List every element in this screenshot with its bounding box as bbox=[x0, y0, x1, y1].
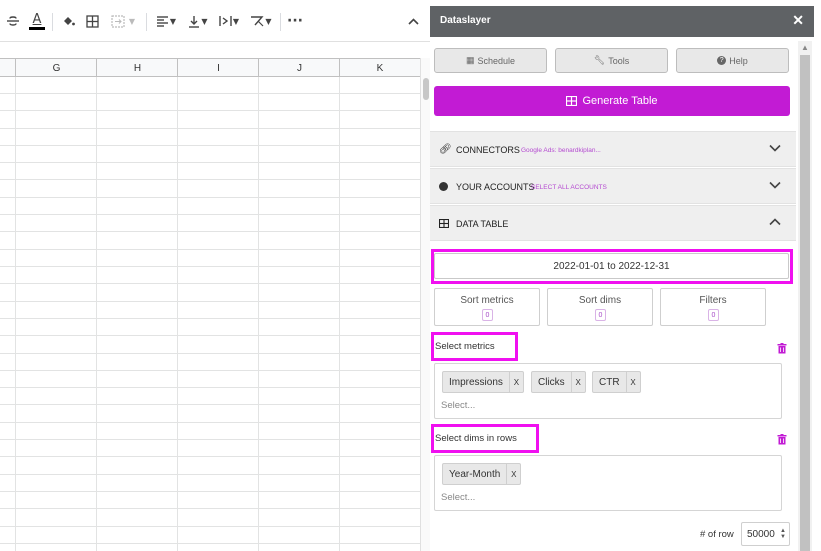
metric-chip-label: CTR bbox=[599, 376, 620, 388]
vertical-align-icon[interactable]: ▼ bbox=[185, 10, 211, 32]
trash-icon[interactable] bbox=[777, 343, 787, 354]
remove-chip-icon[interactable]: X bbox=[625, 372, 640, 392]
app-window: A ▼ ▼ ▼ ▼ ▼ ··· G H I J K Dataslayer ✕ ▦… bbox=[0, 0, 821, 551]
sort-dims-button[interactable]: Sort dims 0 bbox=[547, 288, 653, 326]
column-header-i[interactable]: I bbox=[177, 59, 259, 77]
metrics-select-placeholder[interactable]: Select... bbox=[441, 400, 475, 411]
remove-chip-icon[interactable]: X bbox=[508, 372, 523, 392]
column-header-k[interactable]: K bbox=[339, 59, 420, 77]
text-rotation-icon[interactable]: ▼ bbox=[248, 10, 274, 32]
close-icon[interactable]: ✕ bbox=[792, 12, 804, 29]
sort-metrics-count: 0 bbox=[482, 309, 493, 321]
sheet-toolbar: A ▼ ▼ ▼ ▼ ▼ ··· bbox=[0, 0, 430, 42]
scroll-up-icon[interactable]: ▲ bbox=[801, 43, 809, 52]
connectors-subtitle: Google Ads: benardkiplan... bbox=[521, 147, 601, 154]
sidebar-scrollbar[interactable]: ▲ bbox=[798, 41, 812, 551]
dim-chip-label: Year-Month bbox=[449, 468, 501, 480]
dim-chip: Year-Month X bbox=[442, 463, 522, 485]
help-icon: ? bbox=[717, 56, 727, 65]
filters-button[interactable]: Filters 0 bbox=[660, 288, 766, 326]
sort-metrics-button[interactable]: Sort metrics 0 bbox=[434, 288, 540, 326]
sidebar-scrollbar-thumb[interactable] bbox=[800, 55, 810, 551]
text-color-icon[interactable]: A bbox=[28, 10, 46, 32]
dataslayer-sidebar: Dataslayer ✕ ▦ Schedule 🔧︎ Tools ? Help … bbox=[430, 6, 814, 551]
chevron-up-icon[interactable] bbox=[768, 216, 782, 228]
metric-chip-label: Clicks bbox=[538, 376, 565, 388]
metrics-select[interactable]: Impressions X Clicks X CTR X Select... bbox=[434, 363, 782, 419]
schedule-button[interactable]: ▦ Schedule bbox=[434, 48, 547, 73]
row-count-value: 50000 bbox=[747, 528, 775, 540]
sort-dims-label: Sort dims bbox=[578, 295, 622, 306]
user-circle-icon bbox=[439, 182, 448, 191]
filters-label: Filters bbox=[699, 295, 727, 306]
sidebar-title: Dataslayer bbox=[440, 15, 491, 26]
accounts-section[interactable]: YOUR ACCOUNTS SELECT ALL ACCOUNTS bbox=[430, 168, 796, 204]
select-all-accounts-link[interactable]: SELECT ALL ACCOUNTS bbox=[531, 184, 607, 191]
sidebar-body: ▦ Schedule 🔧︎ Tools ? Help Generate Tabl… bbox=[430, 37, 796, 551]
table-icon bbox=[439, 219, 449, 228]
dims-select[interactable]: Year-Month X Select... bbox=[434, 455, 782, 511]
sort-metrics-label: Sort metrics bbox=[460, 295, 514, 306]
text-color-glyph: A bbox=[32, 11, 42, 27]
collapse-toolbar-icon[interactable] bbox=[405, 10, 421, 32]
row-count-label: # of row bbox=[700, 529, 734, 540]
borders-icon[interactable] bbox=[84, 10, 100, 32]
generate-table-label: Generate Table bbox=[582, 95, 658, 107]
filters-count: 0 bbox=[708, 309, 719, 321]
wrench-icon: 🔧︎ bbox=[593, 55, 606, 65]
merge-cells-icon[interactable]: ▼ bbox=[108, 10, 138, 32]
remove-chip-icon[interactable]: X bbox=[506, 464, 520, 484]
help-button[interactable]: ? Help bbox=[676, 48, 789, 73]
table-icon bbox=[566, 96, 578, 106]
chevron-down-icon[interactable] bbox=[768, 142, 782, 154]
cell-grid[interactable] bbox=[0, 77, 420, 551]
connectors-section[interactable]: 🔗︎ CONNECTORS Google Ads: benardkiplan..… bbox=[430, 131, 796, 167]
metric-chip: CTR X bbox=[592, 371, 641, 393]
accounts-title: YOUR ACCOUNTS bbox=[456, 182, 535, 192]
more-icon[interactable]: ··· bbox=[287, 10, 303, 32]
remove-chip-icon[interactable]: X bbox=[570, 372, 585, 392]
metric-chip: Clicks X bbox=[531, 371, 586, 393]
calendar-icon: ▦ bbox=[465, 55, 475, 65]
tools-button[interactable]: 🔧︎ Tools bbox=[555, 48, 668, 73]
row-count-input[interactable]: 50000 ▲ ▼ bbox=[741, 522, 790, 546]
generate-table-button[interactable]: Generate Table bbox=[434, 86, 790, 116]
text-wrap-icon[interactable]: ▼ bbox=[216, 10, 242, 32]
column-header-j[interactable]: J bbox=[258, 59, 340, 77]
metric-chip-label: Impressions bbox=[449, 376, 503, 388]
column-header-g[interactable]: G bbox=[15, 59, 97, 77]
connectors-title: CONNECTORS bbox=[456, 145, 520, 155]
sheet-scrollbar-thumb[interactable] bbox=[423, 78, 429, 100]
dims-select-placeholder[interactable]: Select... bbox=[441, 492, 475, 503]
date-range-picker[interactable]: 2022-01-01 to 2022-12-31 bbox=[434, 253, 789, 279]
fill-color-icon[interactable] bbox=[59, 10, 77, 32]
select-metrics-label: Select metrics bbox=[435, 341, 495, 352]
data-table-section[interactable]: DATA TABLE bbox=[430, 205, 796, 241]
column-header-row: G H I J K bbox=[0, 58, 420, 77]
trash-icon[interactable] bbox=[777, 434, 787, 445]
sort-dims-count: 0 bbox=[595, 309, 606, 321]
link-icon: 🔗︎ bbox=[439, 144, 452, 155]
chevron-down-icon[interactable] bbox=[768, 179, 782, 191]
sidebar-header: Dataslayer ✕ bbox=[430, 6, 814, 37]
schedule-label: Schedule bbox=[477, 55, 516, 66]
tools-label: Tools bbox=[608, 55, 630, 66]
data-table-title: DATA TABLE bbox=[456, 219, 509, 229]
sheet-scrollbar[interactable] bbox=[420, 58, 430, 551]
select-dims-label: Select dims in rows bbox=[435, 433, 517, 444]
strikethrough-icon[interactable] bbox=[5, 10, 21, 32]
column-header-h[interactable]: H bbox=[96, 59, 178, 77]
spinner-arrows-icon[interactable]: ▲ ▼ bbox=[780, 528, 786, 540]
metric-chip: Impressions X bbox=[442, 371, 524, 393]
help-label: Help bbox=[729, 55, 748, 66]
horizontal-align-icon[interactable]: ▼ bbox=[153, 10, 179, 32]
